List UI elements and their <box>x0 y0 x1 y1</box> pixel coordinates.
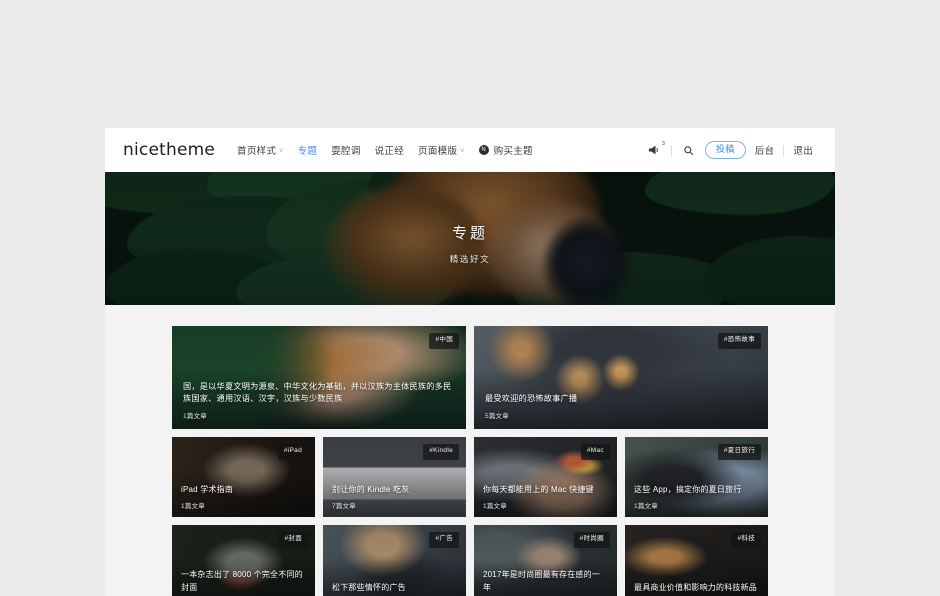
nav-label: 耍腔调 <box>331 146 361 157</box>
topic-tag[interactable]: #中国 <box>429 333 459 349</box>
card-article-count: 5篇文章 <box>485 413 509 420</box>
brand-badge-icon: N <box>478 145 489 155</box>
divider <box>783 144 785 156</box>
divider <box>670 144 672 156</box>
card-body: 松下那些情怀的广告 <box>332 582 457 596</box>
topic-tag[interactable]: #Mac <box>580 444 610 460</box>
grid-row: #中国 国，是以华夏文明为源泉、中华文化为基础，并以汉族为主体民族的多民族国家、… <box>172 326 768 429</box>
nav-item-style[interactable]: 耍腔调 <box>331 143 360 157</box>
card-body: 2017年是时尚圈最有存在感的一年 <box>483 569 608 596</box>
site-header: nicetheme 首页样式 ˅ 专题 耍腔调 说正经 页面模版 ˅ N 购买主… <box>105 128 835 172</box>
nav-label: 专题 <box>297 146 318 157</box>
topic-card[interactable]: #Mac 你每天都能用上的 Mac 快捷键 1篇文章 <box>474 437 617 517</box>
search-icon[interactable] <box>681 143 696 158</box>
card-article-count: 1篇文章 <box>181 503 205 510</box>
topic-tag[interactable]: #时尚圈 <box>573 532 610 548</box>
nav-label: 页面模版 <box>418 146 458 157</box>
hero-banner: 专题 精选好文 <box>105 172 835 305</box>
topic-tag[interactable]: #封面 <box>278 532 308 548</box>
card-title: 国，是以华夏文明为源泉、中华文化为基础，并以汉族为主体民族的多民族国家、通用汉语… <box>183 381 452 404</box>
topic-card[interactable]: #封面 一本杂志出了 8000 个完全不同的封面 <box>172 525 315 596</box>
card-article-count: 7篇文章 <box>332 503 356 510</box>
nav-label: 说正经 <box>374 146 405 157</box>
topic-tag[interactable]: #恐怖故事 <box>717 333 761 349</box>
card-title: iPad 学术指南 <box>181 484 234 494</box>
card-title: 松下那些情怀的广告 <box>332 582 406 592</box>
topic-card[interactable]: #时尚圈 2017年是时尚圈最有存在感的一年 <box>474 525 617 596</box>
card-title: 这些 App，搞定你的夏日旅行 <box>634 484 742 494</box>
topic-tag[interactable]: #科技 <box>731 532 761 548</box>
card-title: 一本杂志出了 8000 个完全不同的封面 <box>181 570 303 592</box>
primary-nav: 首页样式 ˅ 专题 耍腔调 说正经 页面模版 ˅ N 购买主题 <box>237 143 647 157</box>
nav-label: 购买主题 <box>493 146 533 157</box>
megaphone-icon[interactable]: 3 <box>647 140 665 158</box>
card-title: 最具商业价值和影响力的科技新品 <box>634 582 757 592</box>
page-root: nicetheme 首页样式 ˅ 专题 耍腔调 说正经 页面模版 ˅ N 购买主… <box>0 0 940 596</box>
chevron-down-icon: ˅ <box>279 147 284 155</box>
notification-badge: 3 <box>661 140 665 147</box>
card-body: 别让你的 Kindle 吃灰 7篇文章 <box>332 484 457 510</box>
nav-item-home-styles[interactable]: 首页样式 ˅ <box>237 143 284 157</box>
nav-item-serious[interactable]: 说正经 <box>375 143 404 157</box>
card-article-count: 1篇文章 <box>183 413 207 420</box>
card-article-count: 1篇文章 <box>634 503 658 510</box>
topic-card[interactable]: #科技 最具商业价值和影响力的科技新品 <box>625 525 768 596</box>
nav-item-topics[interactable]: 专题 <box>298 143 318 157</box>
card-body: 最受欢迎的恐怖故事广播 5篇文章 <box>485 393 757 420</box>
site-logo[interactable]: nicetheme <box>123 140 215 160</box>
topic-card[interactable]: #恐怖故事 最受欢迎的恐怖故事广播 5篇文章 <box>474 326 768 429</box>
nav-label: 首页样式 <box>237 146 277 157</box>
logout-link[interactable]: 退出 <box>793 143 813 157</box>
card-body: 你每天都能用上的 Mac 快捷键 1篇文章 <box>483 484 608 510</box>
nav-item-buy-theme[interactable]: N 购买主题 <box>478 143 533 157</box>
page-subtitle: 精选好文 <box>449 254 491 264</box>
card-body: 这些 App，搞定你的夏日旅行 1篇文章 <box>634 484 759 510</box>
topic-card[interactable]: #中国 国，是以华夏文明为源泉、中华文化为基础，并以汉族为主体民族的多民族国家、… <box>172 326 466 429</box>
card-body: iPad 学术指南 1篇文章 <box>181 484 306 510</box>
topic-tag[interactable]: #Kindle <box>423 444 459 460</box>
topic-card[interactable]: #广告 松下那些情怀的广告 <box>323 525 466 596</box>
card-body: 一本杂志出了 8000 个完全不同的封面 <box>181 569 306 596</box>
card-title: 最受欢迎的恐怖故事广播 <box>485 394 578 404</box>
submit-post-button[interactable]: 投稿 <box>704 141 746 159</box>
topic-tag[interactable]: #iPad <box>277 444 308 460</box>
admin-link[interactable]: 后台 <box>755 143 775 157</box>
topic-card[interactable]: #夏日旅行 这些 App，搞定你的夏日旅行 1篇文章 <box>625 437 768 517</box>
header-actions: 3 投稿 后台 退出 <box>647 141 813 159</box>
card-body: 最具商业价值和影响力的科技新品 <box>634 582 759 596</box>
nav-item-page-templates[interactable]: 页面模版 ˅ <box>418 143 465 157</box>
hero-text: 专题 精选好文 <box>105 222 835 265</box>
topic-tag[interactable]: #夏日旅行 <box>717 444 761 460</box>
site-frame: nicetheme 首页样式 ˅ 专题 耍腔调 说正经 页面模版 ˅ N 购买主… <box>105 128 835 596</box>
card-article-count: 1篇文章 <box>483 503 507 510</box>
chevron-down-icon: ˅ <box>460 147 465 155</box>
card-title: 你每天都能用上的 Mac 快捷键 <box>483 484 594 494</box>
topic-card[interactable]: #Kindle 别让你的 Kindle 吃灰 7篇文章 <box>323 437 466 517</box>
page-title: 专题 <box>451 225 488 242</box>
card-body: 国，是以华夏文明为源泉、中华文化为基础，并以汉族为主体民族的多民族国家、通用汉语… <box>183 381 455 420</box>
topic-card[interactable]: #iPad iPad 学术指南 1篇文章 <box>172 437 315 517</box>
card-title: 别让你的 Kindle 吃灰 <box>332 484 410 494</box>
grid-row: #iPad iPad 学术指南 1篇文章 #Kindle 别让你的 Kindle… <box>172 437 768 517</box>
grid-row: #封面 一本杂志出了 8000 个完全不同的封面 #广告 松下那些情怀的广告 #… <box>172 525 768 596</box>
topic-tag[interactable]: #广告 <box>429 532 459 548</box>
topic-grid: #中国 国，是以华夏文明为源泉、中华文化为基础，并以汉族为主体民族的多民族国家、… <box>105 305 835 596</box>
card-title: 2017年是时尚圈最有存在感的一年 <box>483 570 600 592</box>
